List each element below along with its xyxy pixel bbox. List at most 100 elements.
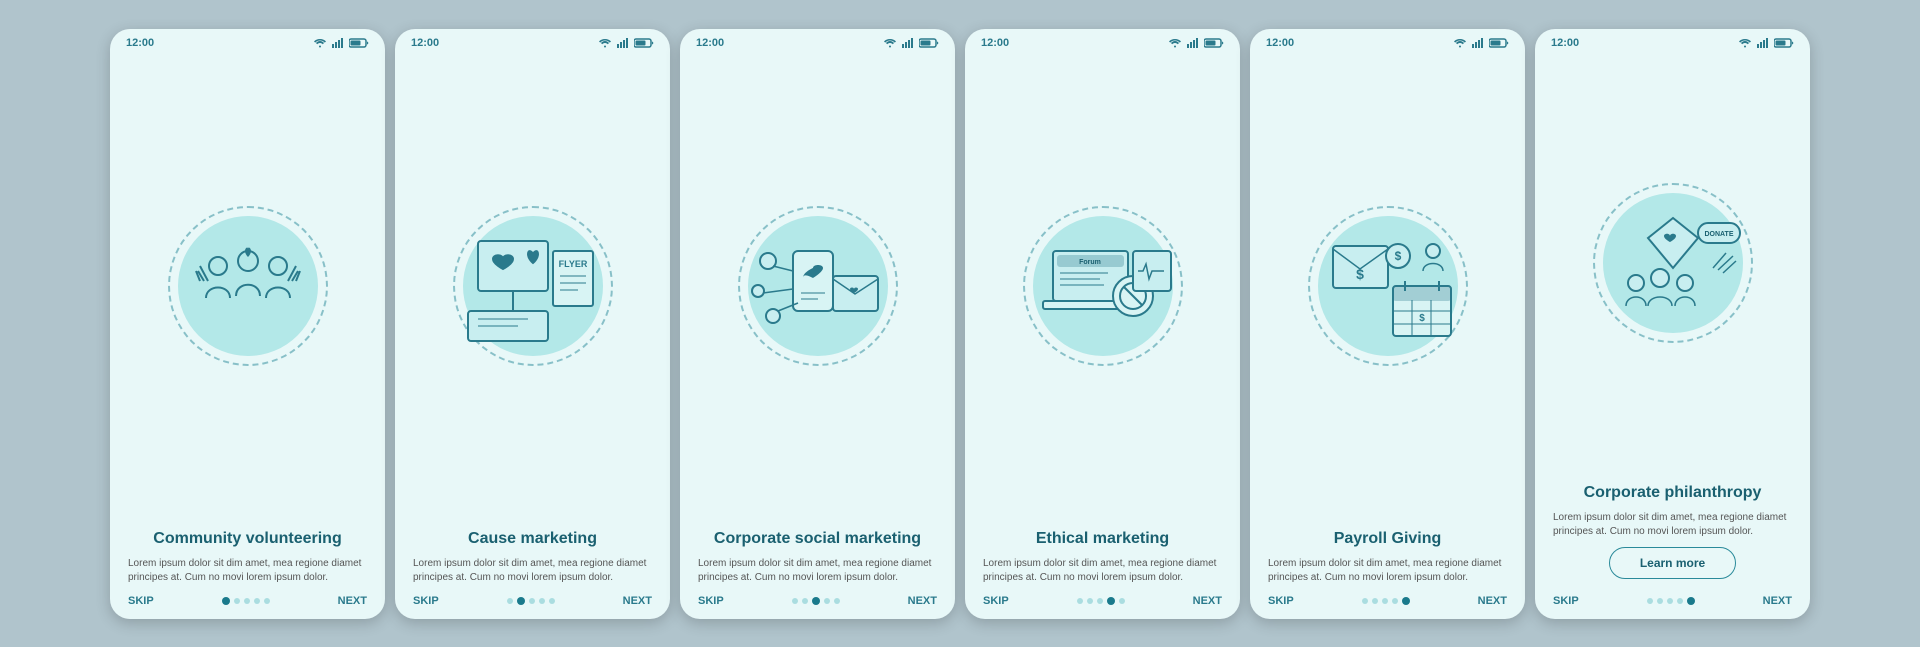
skip-btn-6[interactable]: SKIP <box>1553 595 1579 607</box>
learn-more-button[interactable]: Learn more <box>1609 547 1736 579</box>
signal-icon-4 <box>1186 38 1200 48</box>
dot-4-2 <box>1087 598 1093 604</box>
status-bar-4: 12:00 <box>965 29 1240 53</box>
dot-1-3 <box>244 598 250 604</box>
status-bar-5: 12:00 <box>1250 29 1525 53</box>
dot-3-3 <box>812 597 820 605</box>
next-btn-1[interactable]: NEXT <box>338 595 367 607</box>
dot-5-1 <box>1362 598 1368 604</box>
illustration-4: Forum <box>965 53 1240 520</box>
time-6: 12:00 <box>1551 37 1579 49</box>
screen-payroll-giving: 12:00 $ $ <box>1250 29 1525 619</box>
screens-container: 12:00 <box>90 9 1830 639</box>
payroll-giving-icon: $ $ <box>1313 221 1463 351</box>
next-btn-5[interactable]: NEXT <box>1478 595 1507 607</box>
signal-icon-6 <box>1756 38 1770 48</box>
skip-btn-5[interactable]: SKIP <box>1268 595 1294 607</box>
screen-ethical-marketing: 12:00 Forum <box>965 29 1240 619</box>
illustration-3 <box>680 53 955 520</box>
status-icons-5 <box>1453 38 1509 48</box>
time-1: 12:00 <box>126 37 154 49</box>
body-1: Lorem ipsum dolor sit dim amet, mea regi… <box>128 557 367 585</box>
svg-text:FLYER: FLYER <box>558 259 587 269</box>
dot-1-4 <box>254 598 260 604</box>
screen-corporate-philanthropy: 12:00 DONATE <box>1535 29 1810 619</box>
bottom-nav-3: SKIP NEXT <box>680 585 955 619</box>
content-6: Corporate philanthropy Lorem ipsum dolor… <box>1535 473 1810 584</box>
svg-text:DONATE: DONATE <box>1704 231 1733 238</box>
next-btn-3[interactable]: NEXT <box>908 595 937 607</box>
dot-1-5 <box>264 598 270 604</box>
signal-icon-2 <box>616 38 630 48</box>
battery-icon-4 <box>1204 38 1224 48</box>
screen-community-volunteering: 12:00 <box>110 29 385 619</box>
dot-4-5 <box>1119 598 1125 604</box>
status-bar-2: 12:00 <box>395 29 670 53</box>
signal-icon-5 <box>1471 38 1485 48</box>
signal-icon <box>331 38 345 48</box>
philanthropy-icon: DONATE <box>1598 198 1748 328</box>
next-btn-4[interactable]: NEXT <box>1193 595 1222 607</box>
content-4: Ethical marketing Lorem ipsum dolor sit … <box>965 519 1240 584</box>
dot-6-5 <box>1687 597 1695 605</box>
wifi-icon <box>313 38 327 48</box>
body-2: Lorem ipsum dolor sit dim amet, mea regi… <box>413 557 652 585</box>
status-icons-4 <box>1168 38 1224 48</box>
battery-icon-3 <box>919 38 939 48</box>
dot-2-1 <box>507 598 513 604</box>
wifi-icon-3 <box>883 38 897 48</box>
battery-icon-5 <box>1489 38 1509 48</box>
skip-btn-3[interactable]: SKIP <box>698 595 724 607</box>
dot-2-4 <box>539 598 545 604</box>
time-5: 12:00 <box>1266 37 1294 49</box>
dot-1-1 <box>222 597 230 605</box>
community-icon <box>178 216 318 356</box>
svg-text:$: $ <box>1356 266 1364 282</box>
body-4: Lorem ipsum dolor sit dim amet, mea regi… <box>983 557 1222 585</box>
content-3: Corporate social marketing Lorem ipsum d… <box>680 519 955 584</box>
dot-3-2 <box>802 598 808 604</box>
dots-3 <box>792 597 840 605</box>
skip-btn-2[interactable]: SKIP <box>413 595 439 607</box>
bottom-nav-1: SKIP NEXT <box>110 585 385 619</box>
ethical-marketing-icon: Forum <box>1028 221 1178 351</box>
dot-2-2 <box>517 597 525 605</box>
status-bar-1: 12:00 <box>110 29 385 53</box>
next-btn-2[interactable]: NEXT <box>623 595 652 607</box>
next-btn-6[interactable]: NEXT <box>1763 595 1792 607</box>
dots-1 <box>222 597 270 605</box>
status-icons-3 <box>883 38 939 48</box>
skip-btn-4[interactable]: SKIP <box>983 595 1009 607</box>
content-1: Community volunteering Lorem ipsum dolor… <box>110 519 385 584</box>
dot-1-2 <box>234 598 240 604</box>
dots-4 <box>1077 597 1125 605</box>
title-6: Corporate philanthropy <box>1553 483 1792 502</box>
dot-6-1 <box>1647 598 1653 604</box>
time-2: 12:00 <box>411 37 439 49</box>
battery-icon <box>349 38 369 48</box>
skip-btn-1[interactable]: SKIP <box>128 595 154 607</box>
bottom-nav-2: SKIP NEXT <box>395 585 670 619</box>
dot-5-5 <box>1402 597 1410 605</box>
battery-icon-2 <box>634 38 654 48</box>
dot-3-5 <box>834 598 840 604</box>
title-1: Community volunteering <box>128 529 367 548</box>
dot-3-4 <box>824 598 830 604</box>
dot-4-3 <box>1097 598 1103 604</box>
screen-cause-marketing: 12:00 <box>395 29 670 619</box>
content-5: Payroll Giving Lorem ipsum dolor sit dim… <box>1250 519 1525 584</box>
illustration-2: FLYER <box>395 53 670 520</box>
wifi-icon-6 <box>1738 38 1752 48</box>
dot-5-2 <box>1372 598 1378 604</box>
title-5: Payroll Giving <box>1268 529 1507 548</box>
social-marketing-icon <box>743 221 893 351</box>
dot-6-3 <box>1667 598 1673 604</box>
wifi-icon-2 <box>598 38 612 48</box>
dot-2-3 <box>529 598 535 604</box>
wifi-icon-4 <box>1168 38 1182 48</box>
body-3: Lorem ipsum dolor sit dim amet, mea regi… <box>698 557 937 585</box>
svg-text:Forum: Forum <box>1079 259 1101 266</box>
illustration-1 <box>110 53 385 520</box>
illustration-5: $ $ <box>1250 53 1525 520</box>
illustration-6: DONATE <box>1535 53 1810 474</box>
